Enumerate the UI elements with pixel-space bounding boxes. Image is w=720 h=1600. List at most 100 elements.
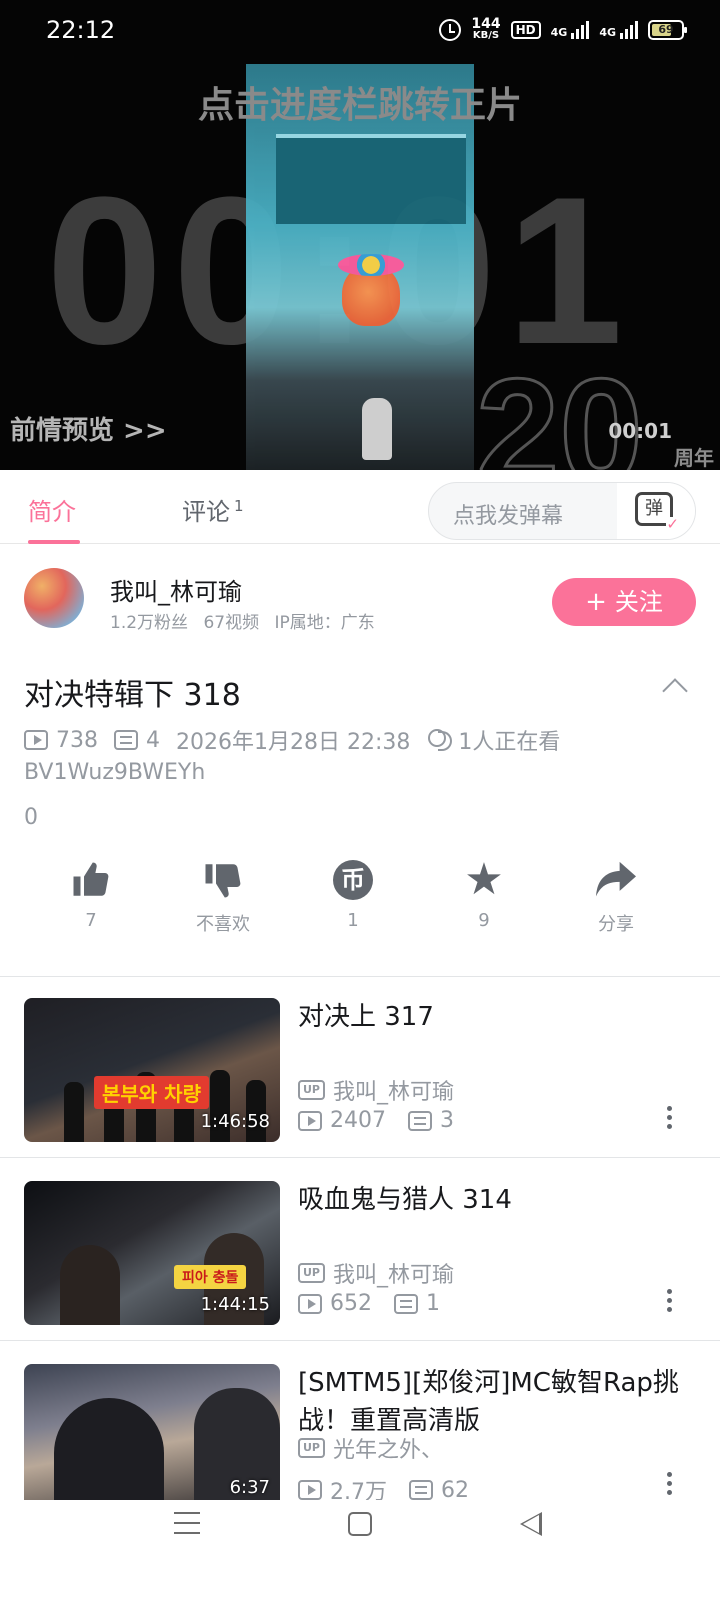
rec-title: 对决上 317 (298, 1002, 434, 1032)
video-thumbnail[interactable]: 6:37 (24, 1364, 280, 1508)
up-badge-icon: UP (298, 1438, 325, 1458)
watchers-icon (426, 729, 453, 751)
uploader-name[interactable]: 我叫_林可瑜 (110, 572, 242, 607)
share-button[interactable]: 分享 (566, 858, 666, 936)
coin-icon: 币 (333, 860, 373, 900)
status-icons: 144 KB/S HD 4G 4G 69 (439, 17, 687, 42)
recents-icon[interactable] (174, 1512, 200, 1542)
anniversary-number: 20 (475, 346, 645, 471)
alarm-icon (439, 19, 462, 41)
plus-icon: + (585, 587, 607, 617)
dislike-button[interactable]: 不喜欢 (173, 858, 273, 936)
video-description: 0 (24, 805, 38, 830)
video-duration: 6:37 (229, 1477, 270, 1498)
tab-comments[interactable]: 评论 1 (182, 492, 244, 527)
watching-count: 1人正在看 (458, 730, 561, 755)
like-button[interactable]: 7 (41, 858, 141, 931)
danmaku-count-icon (394, 1293, 418, 1314)
status-bar: 22:12 144 KB/S HD 4G 4G 69 (0, 0, 720, 64)
back-icon[interactable] (520, 1512, 542, 1536)
rec-danmaku: 1 (426, 1291, 440, 1316)
play-count-icon (298, 1110, 322, 1131)
favorite-button[interactable]: ★ 9 (434, 854, 534, 932)
favorite-count: 9 (478, 910, 490, 931)
more-icon[interactable] (667, 1106, 672, 1130)
danmaku-count-icon (409, 1480, 433, 1500)
rec-title: [SMTM5][郑俊河]MC敏智Rap挑战！重置高清版 (298, 1368, 679, 1436)
rec-danmaku: 3 (440, 1108, 454, 1133)
more-icon[interactable] (667, 1472, 672, 1496)
section-divider (0, 976, 720, 977)
home-icon[interactable] (348, 1512, 372, 1536)
rec-views: 2407 (330, 1108, 386, 1133)
action-bar: 7 不喜欢 币 1 ★ 9 分享 (0, 858, 720, 958)
list-item[interactable]: 본부와 차량 1:46:58 对决上 317 UP 我叫_林可瑜 2407 3 (0, 978, 720, 1158)
network-speed: 144 KB/S (471, 17, 500, 42)
more-icon[interactable] (667, 1289, 672, 1313)
follow-button[interactable]: + 关注 (552, 578, 696, 626)
tab-comments-label: 评论 (182, 498, 230, 526)
follow-label: 关注 (614, 588, 663, 616)
video-title: 对决特辑下 318 (24, 678, 241, 713)
rec-title: 吸血鬼与猎人 314 (298, 1185, 512, 1215)
dislike-icon (173, 858, 273, 902)
frame-stage-prop (338, 254, 404, 326)
tab-bar: 简介 评论 1 点我发弹幕 弹 (0, 470, 720, 544)
skip-hint-overlay: 点击进度栏跳转正片 (197, 85, 522, 126)
danmaku-icon: 弹 (635, 492, 679, 532)
video-thumbnail[interactable]: 본부와 차량 1:46:58 (24, 998, 280, 1142)
rec-uploader-name: 我叫_林可瑜 (333, 1080, 455, 1105)
danmaku-input[interactable]: 点我发弹幕 弹 (428, 482, 696, 540)
video-player[interactable]: 00:01 20 点击进度栏跳转正片 前情预览 >> 00:01 周年 22:1… (0, 0, 720, 470)
danmaku-count-icon (408, 1110, 432, 1131)
view-count: 738 (56, 727, 98, 753)
list-item[interactable]: 피아 충돌 1:44:15 吸血鬼与猎人 314 UP 我叫_林可瑜 652 1 (0, 1161, 720, 1341)
rec-uploader: UP 我叫_林可瑜 (298, 1257, 454, 1289)
rec-stats: 652 1 (298, 1291, 440, 1316)
tab-intro[interactable]: 简介 (28, 492, 76, 527)
rec-uploader-name: 我叫_林可瑜 (333, 1263, 455, 1288)
play-count-icon (24, 730, 48, 750)
bvid: BV1Wuz9BWEYh (24, 760, 206, 785)
avatar[interactable] (24, 568, 84, 628)
up-badge-icon: UP (298, 1080, 325, 1100)
sim1-network-type: 4G (550, 26, 568, 39)
thumbnail-caption: 본부와 차량 (94, 1076, 209, 1109)
play-count-icon (298, 1480, 322, 1500)
system-nav-bar (0, 1500, 720, 1600)
like-count: 7 (85, 910, 97, 931)
tab-active-indicator (28, 540, 80, 544)
dislike-label: 不喜欢 (196, 914, 250, 935)
battery-icon: 69 (648, 20, 687, 40)
signal-icon-sim1: 4G (551, 21, 590, 39)
sim2-network-type: 4G (599, 26, 616, 39)
uploader-row: 我叫_林可瑜 1.2万粉丝 67视频 IP属地：广东 + 关注 (0, 550, 720, 650)
rec-views: 652 (330, 1291, 372, 1316)
comments-count: 1 (234, 497, 244, 515)
danmaku-count: 4 (146, 727, 160, 753)
up-badge-icon: UP (298, 1263, 325, 1283)
danmaku-count-icon (114, 730, 138, 750)
rec-uploader-name: 光年之外、 (333, 1438, 444, 1463)
video-timestamp: 00:01 (608, 419, 672, 443)
battery-percent: 69 (658, 23, 674, 36)
list-item[interactable]: 6:37 [SMTM5][郑俊河]MC敏智Rap挑战！重置高清版 UP 光年之外、… (0, 1344, 720, 1524)
preview-link[interactable]: 前情预览 >> (10, 410, 167, 447)
uploader-stats: 1.2万粉丝 67视频 IP属地：广东 (110, 613, 375, 633)
share-icon (566, 858, 666, 902)
rec-uploader: UP 我叫_林可瑜 (298, 1074, 454, 1106)
star-icon: ★ (464, 854, 504, 905)
video-duration: 1:44:15 (200, 1294, 270, 1315)
coin-count: 1 (347, 910, 359, 931)
chevron-up-icon[interactable] (662, 678, 688, 704)
danmaku-toggle-button[interactable]: 弹 (617, 483, 695, 539)
signal-icon-sim2: 4G (599, 21, 638, 39)
rec-uploader: UP 光年之外、 (298, 1432, 443, 1464)
play-count-icon (298, 1293, 322, 1314)
danmaku-placeholder: 点我发弹幕 (453, 504, 564, 529)
publish-date: 2026年1月28日 22:38 (176, 730, 411, 755)
like-icon (41, 858, 141, 902)
share-label: 分享 (598, 914, 634, 935)
coin-button[interactable]: 币 1 (303, 858, 403, 931)
video-thumbnail[interactable]: 피아 충돌 1:44:15 (24, 1181, 280, 1325)
